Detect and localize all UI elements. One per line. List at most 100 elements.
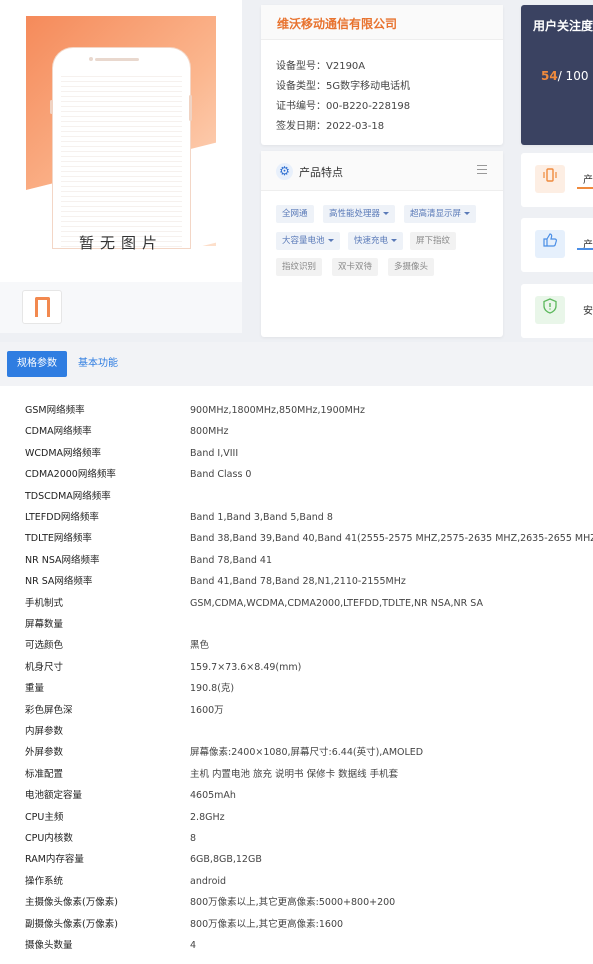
- spec-key: RAM内存容量: [25, 854, 84, 866]
- spec-row: LTEFDD网络频率 Band 1,Band 3,Band 5,Band 8: [0, 507, 593, 528]
- spec-key: CDMA2000网络频率: [25, 469, 116, 481]
- attention-title: 用户关注度: [533, 19, 593, 33]
- feature-tag[interactable]: 多摄像头: [388, 258, 435, 276]
- spec-key: NR SA网络频率: [25, 576, 93, 588]
- product-image-placeholder: 暂无图片: [0, 0, 242, 282]
- chevron-down-icon: [464, 212, 471, 215]
- spec-key: 彩色屏色深: [25, 704, 73, 716]
- chevron-down-icon: [327, 239, 334, 242]
- spec-value: Band Class 0: [190, 469, 252, 481]
- side-card-security[interactable]: 安: [521, 284, 593, 338]
- spec-row: TDLTE网络频率 Band 38,Band 39,Band 40,Band 41…: [0, 528, 593, 549]
- spec-value: Band 78,Band 41: [190, 554, 273, 566]
- thumbnail-phone-icon: [35, 297, 50, 317]
- tab-specs[interactable]: 规格参数: [7, 351, 67, 377]
- spec-value: Band 1,Band 3,Band 5,Band 8: [190, 512, 333, 523]
- spec-row: 手机制式 GSM,CDMA,WCDMA,CDMA2000,LTEFDD,TDLTE…: [0, 593, 593, 614]
- side-card-label: 产: [583, 175, 593, 186]
- info-label: 设备型号：: [276, 61, 326, 72]
- feature-tag[interactable]: 大容量电池: [276, 232, 340, 250]
- side-card-like[interactable]: 产: [521, 218, 593, 272]
- feature-tag[interactable]: 高性能处理器: [323, 205, 396, 223]
- phone-illustration-icon: [53, 48, 190, 248]
- info-label: 证书编号：: [276, 101, 326, 112]
- spec-value: 2.8GHz: [190, 811, 225, 823]
- spec-key: 可选颜色: [25, 640, 64, 652]
- spec-row: 屏幕数量: [0, 614, 593, 635]
- info-label: 设备类型：: [276, 81, 326, 92]
- spec-value: 6GB,8GB,12GB: [190, 854, 262, 866]
- spec-value: 190.8(克): [190, 683, 235, 695]
- thumbnail[interactable]: [22, 290, 62, 324]
- spec-value: 1600万: [190, 704, 224, 716]
- spec-row: 摄像头数量 4: [0, 935, 593, 956]
- no-image-text: 暂无图片: [78, 234, 163, 252]
- spec-key: 内屏参数: [25, 726, 64, 737]
- company-info-row: 签发日期：2022-03-18: [276, 117, 410, 137]
- spec-key: CDMA网络频率: [25, 426, 92, 438]
- spec-row: NR NSA网络频率 Band 78,Band 41: [0, 550, 593, 571]
- company-info-row: 证书编号：00-B220-228198: [276, 97, 410, 117]
- feature-tag[interactable]: 双卡双待: [332, 258, 379, 276]
- feature-tag[interactable]: 全网通: [276, 205, 314, 223]
- spec-key: GSM网络频率: [25, 405, 85, 416]
- chevron-down-icon: [383, 212, 390, 215]
- spec-key: 操作系统: [25, 875, 64, 887]
- spec-value: 8: [190, 833, 197, 844]
- spec-row: TDSCDMA网络频率: [0, 486, 593, 507]
- tab-basic-functions[interactable]: 基本功能: [78, 351, 118, 377]
- spec-key: 摄像头数量: [25, 940, 73, 951]
- spec-value: 黑色: [190, 640, 210, 652]
- feature-tag[interactable]: 屏下指纹: [410, 232, 457, 250]
- spec-key: 重量: [25, 683, 45, 695]
- spec-value: android: [190, 875, 227, 887]
- spec-value: 800万像素以上,其它更高像素:5000+800+200: [190, 897, 396, 909]
- spec-row: 标准配置 主机 内置电池 旅充 说明书 保修卡 数据线 手机套: [0, 764, 593, 785]
- spec-value: 800万像素以上,其它更高像素:1600: [190, 918, 344, 930]
- spec-key: TDSCDMA网络频率: [25, 490, 111, 502]
- spec-row: 副摄像头像素(万像素) 800万像素以上,其它更高像素:1600: [0, 914, 593, 935]
- spec-row: 彩色屏色深 1600万: [0, 700, 593, 721]
- spec-row: CDMA网络频率 800MHz: [0, 421, 593, 442]
- thumbs-up-icon: [535, 230, 565, 258]
- spec-key: 电池额定容量: [25, 790, 83, 802]
- feature-tag[interactable]: 超高清显示屏: [404, 205, 477, 223]
- spec-value: Band 41,Band 78,Band 28,N1,2110-2155MHz: [190, 576, 406, 588]
- spec-row: 内屏参数: [0, 721, 593, 742]
- spec-value: GSM,CDMA,WCDMA,CDMA2000,LTEFDD,TDLTE,NR …: [190, 597, 483, 609]
- feature-tag[interactable]: 指纹识别: [276, 258, 323, 276]
- spec-key: 标准配置: [25, 768, 64, 780]
- spec-row: CPU主频 2.8GHz: [0, 807, 593, 828]
- side-card-vibrate[interactable]: 产: [521, 153, 593, 207]
- spec-row: 主摄像头像素(万像素) 800万像素以上,其它更高像素:5000+800+200: [0, 892, 593, 913]
- features-title: 产品特点: [299, 166, 343, 179]
- company-info-row: 设备类型：5G数字移动电话机: [276, 77, 410, 97]
- user-attention-card: 用户关注度 54/ 100: [521, 5, 593, 145]
- spec-key: CPU主频: [25, 811, 64, 823]
- spec-key: TDLTE网络频率: [25, 533, 92, 545]
- spec-row: GSM网络频率 900MHz,1800MHz,850MHz,1900MHz: [0, 400, 593, 421]
- spec-value: Band I,VIII: [190, 447, 239, 459]
- info-label: 签发日期：: [276, 121, 326, 132]
- info-value: 2022-03-18: [326, 121, 385, 132]
- side-card-label: 安: [583, 306, 593, 317]
- attention-score: 54/ 100: [541, 69, 589, 83]
- info-value: 00-B220-228198: [326, 101, 411, 112]
- spec-row: 可选颜色 黑色: [0, 635, 593, 656]
- spec-key: 屏幕数量: [25, 619, 64, 630]
- company-info-row: 设备型号：V2190A: [276, 57, 410, 77]
- spec-key: NR NSA网络频率: [25, 554, 100, 566]
- spec-row: 重量 190.8(克): [0, 678, 593, 699]
- spec-row: 电池额定容量 4605mAh: [0, 785, 593, 806]
- gear-icon: ⚙: [276, 163, 293, 180]
- spec-value: 800MHz: [190, 426, 229, 438]
- menu-icon[interactable]: [477, 165, 487, 174]
- spec-row: WCDMA网络频率 Band I,VIII: [0, 443, 593, 464]
- chevron-down-icon: [391, 239, 398, 242]
- company-name: 维沃移动通信有限公司: [261, 5, 503, 40]
- spec-key: CPU内核数: [25, 833, 73, 844]
- spec-key: 主摄像头像素(万像素): [25, 897, 118, 909]
- spec-key: 手机制式: [25, 597, 64, 609]
- spec-key: 副摄像头像素(万像素): [25, 918, 118, 930]
- feature-tag[interactable]: 快速充电: [348, 232, 404, 250]
